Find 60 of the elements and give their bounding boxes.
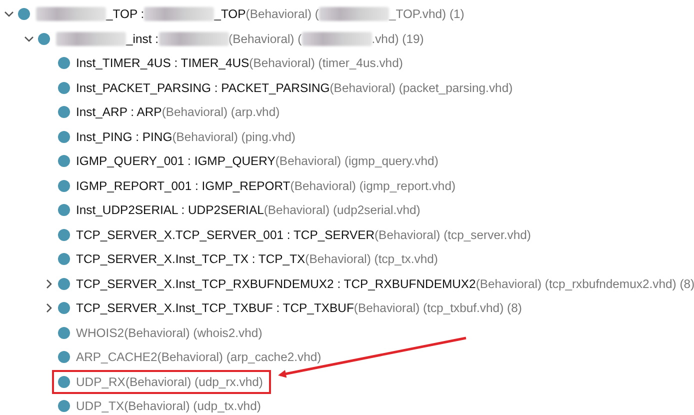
module-info: (Behavioral) ( [228,32,302,46]
module-icon [38,32,50,45]
chevron-right-icon[interactable] [44,303,54,314]
module-info: (Behavioral) ( [246,7,319,22]
module-icon [58,106,70,118]
module-icon [58,180,70,192]
instance-name: _inst : [126,32,159,46]
module-icon [58,326,70,339]
chevron-right-icon[interactable] [44,278,54,289]
blurred-text [158,32,229,46]
instance-name: TCP_SERVER_X.Inst_TCP_TX : TCP_TX [76,252,306,266]
module-info: .vhd) (19) [372,32,424,46]
instance-name: TCP_SERVER_X.Inst_TCP_TXBUF : TCP_TXBUF [76,301,354,316]
module-icon [58,351,70,364]
module-info: ARP_CACHE2(Behavioral) (arp_cache2.vhd) [76,350,322,364]
module-info: UDP_RX(Behavioral) (udp_rx.vhd) [76,374,263,389]
module-info: UDP_TX(Behavioral) (udp_tx.vhd) [76,399,261,414]
module-info: (Behavioral) (igmp_query.vhd) [275,154,438,168]
module-icon [58,228,70,241]
instance-name: _TOP : [106,7,144,22]
module-info: (Behavioral) (tcp_rxbufndemux2.vhd) (8) [476,276,694,291]
instance-name: IGMP_QUERY_001 : IGMP_QUERY [76,154,276,168]
module-icon [58,204,70,216]
instance-name: Inst_ARP : ARP [76,105,162,120]
blurred-text [56,32,126,46]
instance-name: TCP_SERVER_X.Inst_TCP_RXBUFNDEMUX2 : TCP_RXBUFNDEMUX2 [76,276,476,291]
module-icon [58,400,70,412]
instance-name: Inst_UDP2SERIAL : UDP2SERIAL [76,203,264,218]
module-info: (Behavioral) (arp.vhd) [162,105,280,120]
module-info: (Behavioral) (packet_parsing.vhd) [330,80,513,95]
blurred-text [318,7,389,22]
chevron-down-icon[interactable] [24,34,34,44]
instance-name: IGMP_REPORT_001 : IGMP_REPORT [76,178,290,193]
blurred-text [302,32,372,46]
module-info: (Behavioral) (igmp_report.vhd) [290,178,456,193]
module-info: (Behavioral) (tcp_tx.vhd) [305,252,438,266]
module-icon [58,253,70,266]
module-icon [58,82,70,94]
module-info: WHOIS2(Behavioral) (whois2.vhd) [76,326,262,340]
module-info: (Behavioral) (timer_4us.vhd) [249,56,403,70]
module-icon [58,302,70,314]
blurred-text [144,7,214,22]
instance-name: _TOP [214,7,246,22]
module-info: (Behavioral) (ping.vhd) [172,130,296,144]
blurred-text [36,7,106,22]
module-icon [18,8,30,20]
instance-name: Inst_PACKET_PARSING : PACKET_PARSING [76,80,330,95]
module-icon [58,376,70,388]
module-info: _TOP.vhd) (1) [388,7,464,22]
chevron-down-icon[interactable] [4,9,14,20]
instance-name: Inst_TIMER_4US : TIMER_4US [76,56,250,70]
module-info: (Behavioral) (tcp_server.vhd) [374,228,531,242]
module-icon [58,155,70,168]
module-info: (Behavioral) (udp2serial.vhd) [264,203,420,218]
module-info: (Behavioral) (tcp_txbuf.vhd) (8) [354,301,522,316]
module-icon [58,57,70,70]
instance-name: Inst_PING : PING [76,130,172,144]
module-icon [58,130,70,143]
instance-name: TCP_SERVER_X.TCP_SERVER_001 : TCP_SERVER [76,228,374,242]
module-icon [58,278,70,290]
